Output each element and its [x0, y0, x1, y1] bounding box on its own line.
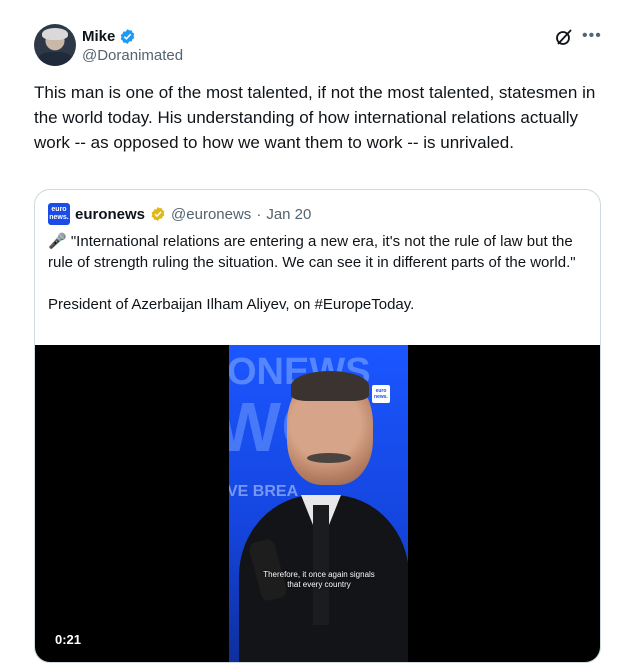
- video-bg-text-bottom: VE BREA: [229, 483, 299, 500]
- video-player[interactable]: ONEWS WO VE BREA euro news. Therefore, i…: [35, 345, 600, 662]
- quoted-tweet[interactable]: euro news. euronews @euronews · Jan 20 🎤…: [34, 189, 601, 663]
- person-hair: [291, 371, 369, 401]
- quoted-date[interactable]: Jan 20: [266, 206, 311, 223]
- quoted-separator: ·: [256, 205, 262, 223]
- quoted-text: 🎤 "International relations are entering …: [48, 231, 588, 315]
- author-handle[interactable]: @Doranimated: [82, 47, 183, 64]
- avatar[interactable]: [34, 24, 76, 66]
- tweet-text: This man is one of the most talented, if…: [34, 83, 596, 152]
- avatar-suit: [38, 52, 72, 66]
- person-mustache: [307, 453, 351, 463]
- microphone-icon: 🎤: [48, 233, 67, 250]
- quoted-attribution: President of Azerbaijan Ilham Aliyev, on…: [48, 296, 415, 313]
- video-duration: 0:21: [55, 632, 82, 647]
- avatar-hair: [42, 28, 68, 40]
- video-euronews-badge-icon: euro news.: [372, 385, 390, 403]
- author-display-name[interactable]: Mike: [82, 28, 115, 45]
- tweet: Mike @Doranimated ••• This man is one of…: [0, 0, 626, 668]
- quoted-header: euro news. euronews @euronews · Jan 20: [48, 203, 311, 225]
- quoted-quote-text: "International relations are entering a …: [48, 233, 576, 271]
- author-name-row: Mike: [82, 26, 136, 46]
- person-tie: [313, 505, 329, 625]
- quoted-handle[interactable]: @euronews: [171, 206, 251, 223]
- grok-icon[interactable]: [554, 27, 574, 47]
- more-icon[interactable]: •••: [582, 27, 601, 47]
- gold-verified-badge-icon: [151, 207, 165, 221]
- quoted-quote: 🎤 "International relations are entering …: [48, 231, 588, 273]
- quoted-display-name[interactable]: euronews: [75, 206, 145, 223]
- video-subtitle: Therefore, it once again signals that ev…: [263, 570, 375, 589]
- video-frame[interactable]: ONEWS WO VE BREA euro news. Therefore, i…: [229, 345, 408, 662]
- verified-badge-icon: [121, 28, 135, 44]
- euronews-logo-icon: euro news.: [48, 203, 70, 225]
